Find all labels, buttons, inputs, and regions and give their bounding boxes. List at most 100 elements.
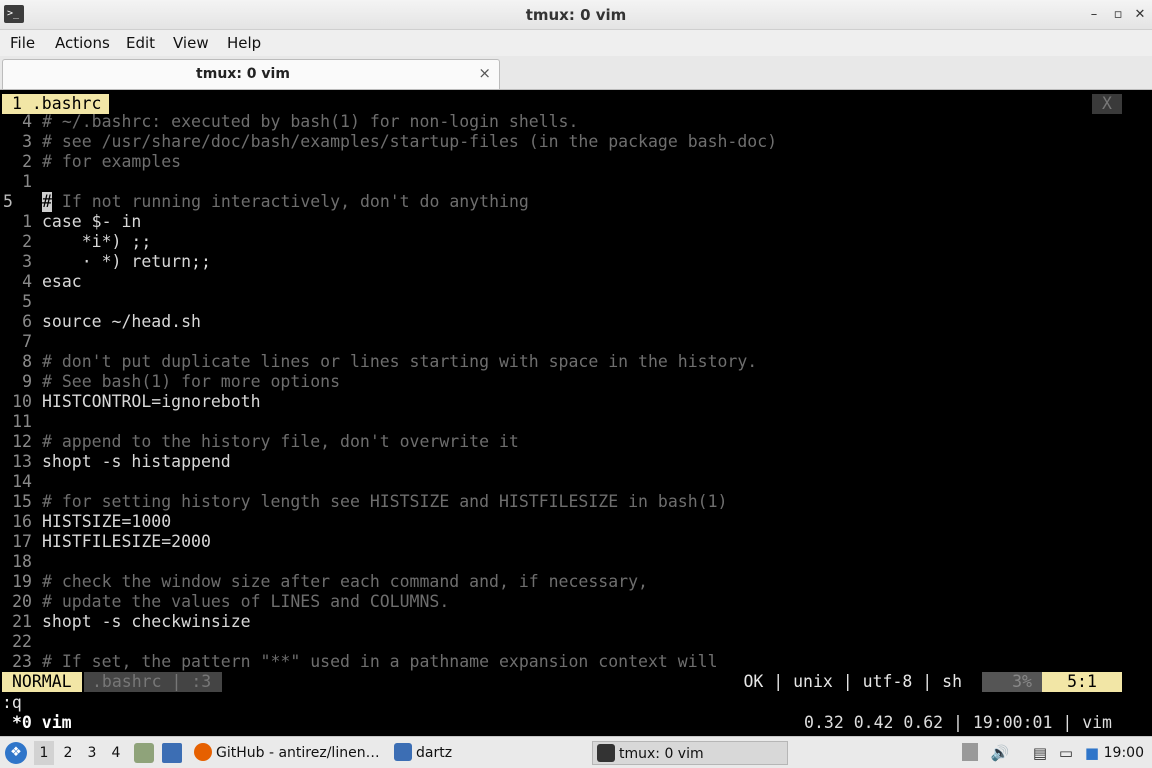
task-label: dartz: [416, 745, 453, 761]
restore-button[interactable]: ▫: [1108, 5, 1128, 25]
code-line[interactable]: 2 *i*) ;;: [0, 232, 1152, 252]
code-comment: # If set, the pattern "**" used in a pat…: [42, 652, 718, 671]
line-number: 7: [22, 332, 32, 351]
start-menu-icon[interactable]: ❖: [5, 742, 27, 764]
code-line[interactable]: 23 # If set, the pattern "**" used in a p…: [0, 652, 1152, 672]
menu-help[interactable]: Help: [227, 34, 261, 52]
line-number: 4: [22, 112, 32, 131]
code-comment: # See bash(1) for more options: [42, 372, 341, 391]
line-number: 18: [12, 552, 32, 571]
tab-bar: tmux: 0 vim ×: [0, 56, 1152, 90]
line-number: 16: [12, 512, 32, 531]
terminal[interactable]: 1 .bashrc X 4 # ~/.bashrc: executed by ba…: [0, 90, 1152, 736]
code-text: shopt -s histappend: [42, 452, 231, 471]
code-line[interactable]: 4 esac: [0, 272, 1152, 292]
tab-label: tmux: 0 vim: [196, 66, 290, 82]
code-text: HISTCONTROL=ignoreboth: [42, 392, 261, 411]
code-line[interactable]: 2 # for examples: [0, 152, 1152, 172]
code-comment: # for setting history length see HISTSIZ…: [42, 492, 728, 511]
workspace-3[interactable]: 3: [82, 741, 102, 765]
workspace-2[interactable]: 2: [58, 741, 78, 765]
code-text: source ~/head.sh: [42, 312, 201, 331]
close-window-button[interactable]: ✕: [1130, 5, 1150, 25]
file-manager-icon[interactable]: [134, 743, 154, 763]
text-cursor: #: [42, 192, 52, 212]
code-line[interactable]: 5: [0, 292, 1152, 312]
task-terminal[interactable]: tmux: 0 vim: [592, 741, 788, 765]
minimize-button[interactable]: –: [1084, 5, 1104, 25]
line-number: 15: [12, 492, 32, 511]
code-text: HISTFILESIZE=2000: [42, 532, 211, 551]
line-number: 5: [22, 292, 32, 311]
code-comment: # ~/.bashrc: executed by bash(1) for non…: [42, 112, 579, 131]
display-icon[interactable]: ▭: [1056, 743, 1076, 763]
menu-file[interactable]: File: [10, 34, 35, 52]
tmux-statusbar: *0 vim 0.32 0.42 0.62 | 19:00:01 | vim: [0, 712, 1152, 734]
code-comment: # don't put duplicate lines or lines sta…: [42, 352, 758, 371]
menu-view[interactable]: View: [173, 34, 209, 52]
vim-file-info: .bashrc | :3: [84, 672, 222, 692]
code-line[interactable]: 4 # ~/.bashrc: executed by bash(1) for no…: [0, 112, 1152, 132]
line-number: 12: [12, 432, 32, 451]
vim-close-buffer-button[interactable]: X: [1092, 94, 1122, 114]
tab-tmux[interactable]: tmux: 0 vim ×: [2, 59, 500, 89]
menu-edit[interactable]: Edit: [126, 34, 155, 52]
code-line[interactable]: 15 # for setting history length see HISTS…: [0, 492, 1152, 512]
code-line[interactable]: 22: [0, 632, 1152, 652]
task-label: tmux: 0 vim: [619, 746, 704, 762]
code-line[interactable]: 11: [0, 412, 1152, 432]
code-line[interactable]: 7: [0, 332, 1152, 352]
line-number: 14: [12, 472, 32, 491]
code-line[interactable]: 3 # see /usr/share/doc/bash/examples/star…: [0, 132, 1152, 152]
code-line[interactable]: 8 # don't put duplicate lines or lines st…: [0, 352, 1152, 372]
line-number: 5: [3, 192, 13, 211]
code-line[interactable]: 6 source ~/head.sh: [0, 312, 1152, 332]
taskbar-clock[interactable]: 19:00: [1104, 741, 1144, 765]
vim-cmdline[interactable]: :q: [2, 693, 22, 713]
code-line[interactable]: 9 # See bash(1) for more options: [0, 372, 1152, 392]
line-number: 19: [12, 572, 32, 591]
vim-buffer-tab[interactable]: 1 .bashrc: [2, 94, 110, 114]
code-line[interactable]: 1: [0, 172, 1152, 192]
vim-tabline: 1 .bashrc X: [0, 92, 1152, 114]
code-line[interactable]: 1 case $- in: [0, 212, 1152, 232]
line-number: 1: [22, 212, 32, 231]
task-dartz[interactable]: dartz: [394, 741, 494, 765]
code-line[interactable]: 20 # update the values of LINES and COLUM…: [0, 592, 1152, 612]
workspace-4[interactable]: 4: [106, 741, 126, 765]
code-line[interactable]: 5 # If not running interactively, don't d…: [0, 192, 1152, 212]
volume-icon[interactable]: 🔊: [990, 743, 1010, 763]
task-firefox[interactable]: GitHub - antirez/linen…: [194, 741, 384, 765]
tab-close-icon[interactable]: ×: [478, 64, 491, 82]
window-titlebar[interactable]: >_ tmux: 0 vim – ▫ ✕: [0, 0, 1152, 30]
tmux-window[interactable]: *0 vim: [12, 712, 72, 734]
line-number: 8: [22, 352, 32, 371]
menu-actions[interactable]: Actions: [55, 34, 110, 52]
folder-icon: [394, 743, 412, 761]
code-line[interactable]: 16 HISTSIZE=1000: [0, 512, 1152, 532]
code-line[interactable]: 10 HISTCONTROL=ignoreboth: [0, 392, 1152, 412]
vim-editor[interactable]: 4 # ~/.bashrc: executed by bash(1) for no…: [0, 112, 1152, 672]
vim-percent: 3%: [982, 672, 1042, 692]
code-line[interactable]: 13 shopt -s histappend: [0, 452, 1152, 472]
code-line[interactable]: 12 # append to the history file, don't ov…: [0, 432, 1152, 452]
line-number: 3: [22, 252, 32, 271]
notification-icon[interactable]: ■: [1082, 743, 1102, 763]
clipboard-icon[interactable]: [962, 743, 978, 761]
code-comment: # update the values of LINES and COLUMNS…: [42, 592, 450, 611]
code-line[interactable]: 18: [0, 552, 1152, 572]
code-text: HISTSIZE=1000: [42, 512, 172, 531]
taskbar: ❖ 1 2 3 4 GitHub - antirez/linen… dartz …: [0, 736, 1152, 768]
workspace-1[interactable]: 1: [34, 741, 54, 765]
code-text: shopt -s checkwinsize: [42, 612, 251, 631]
desktop-icon[interactable]: [162, 743, 182, 763]
code-line[interactable]: 21 shopt -s checkwinsize: [0, 612, 1152, 632]
code-comment: If not running interactively, don't do a…: [52, 192, 529, 211]
line-number: 3: [22, 132, 32, 151]
code-line[interactable]: 17 HISTFILESIZE=2000: [0, 532, 1152, 552]
code-line[interactable]: 3 · *) return;;: [0, 252, 1152, 272]
line-number: 22: [12, 632, 32, 651]
notes-icon[interactable]: ▤: [1030, 743, 1050, 763]
code-line[interactable]: 19 # check the window size after each com…: [0, 572, 1152, 592]
code-line[interactable]: 14: [0, 472, 1152, 492]
